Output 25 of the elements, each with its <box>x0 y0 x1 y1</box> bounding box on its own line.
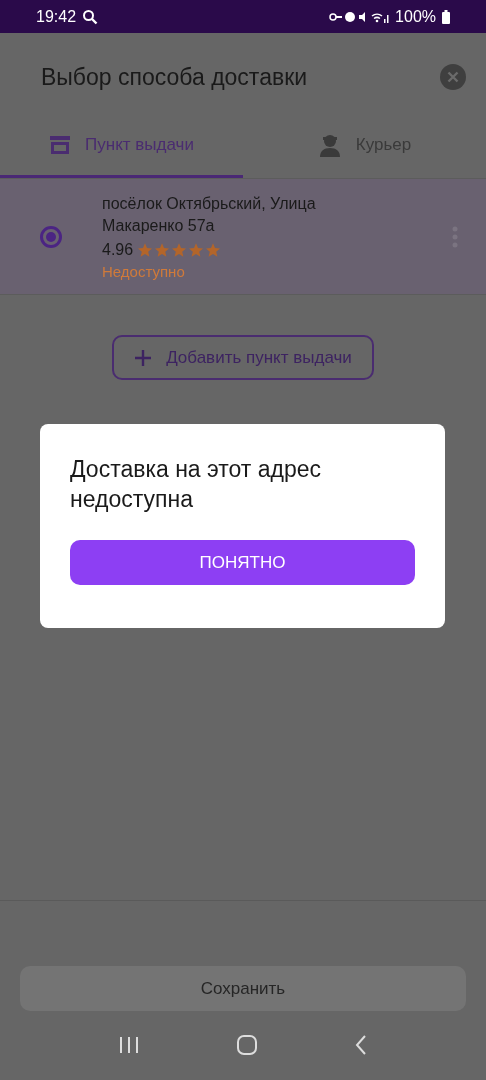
star-icon <box>137 242 154 258</box>
star-icon <box>188 242 205 258</box>
store-icon <box>49 135 72 155</box>
battery-icon <box>442 9 450 24</box>
plus-icon <box>134 348 153 367</box>
person-icon <box>317 133 342 157</box>
status-time: 19:42 <box>36 7 77 26</box>
radio-button[interactable] <box>40 225 62 248</box>
recent-apps-icon[interactable] <box>118 1035 140 1055</box>
rating-value: 4.96 <box>102 241 134 259</box>
dialog-message: Доставка на этот адрес недоступна <box>70 455 323 514</box>
battery-percent: 100% <box>395 7 436 26</box>
star-icon <box>154 242 171 258</box>
pickup-point-row[interactable]: посёлок Октябрьский, Улица Макаренко 57а 4.96 Недоступно <box>0 179 486 294</box>
search-icon <box>82 8 99 25</box>
star-icon <box>171 242 188 258</box>
availability-status: Недоступно <box>102 263 186 280</box>
add-pickup-button[interactable]: Добавить пункт выдачи <box>112 335 374 380</box>
home-icon[interactable] <box>236 1034 258 1056</box>
status-icons-drawing <box>329 9 390 24</box>
star-icon <box>205 242 222 258</box>
ok-button[interactable]: ПОНЯТНО <box>70 540 415 585</box>
pickup-address: посёлок Октябрьский, Улица Макаренко 57а <box>102 194 317 236</box>
sheet-title: Выбор способа доставки <box>41 63 308 91</box>
back-icon[interactable] <box>354 1034 368 1056</box>
